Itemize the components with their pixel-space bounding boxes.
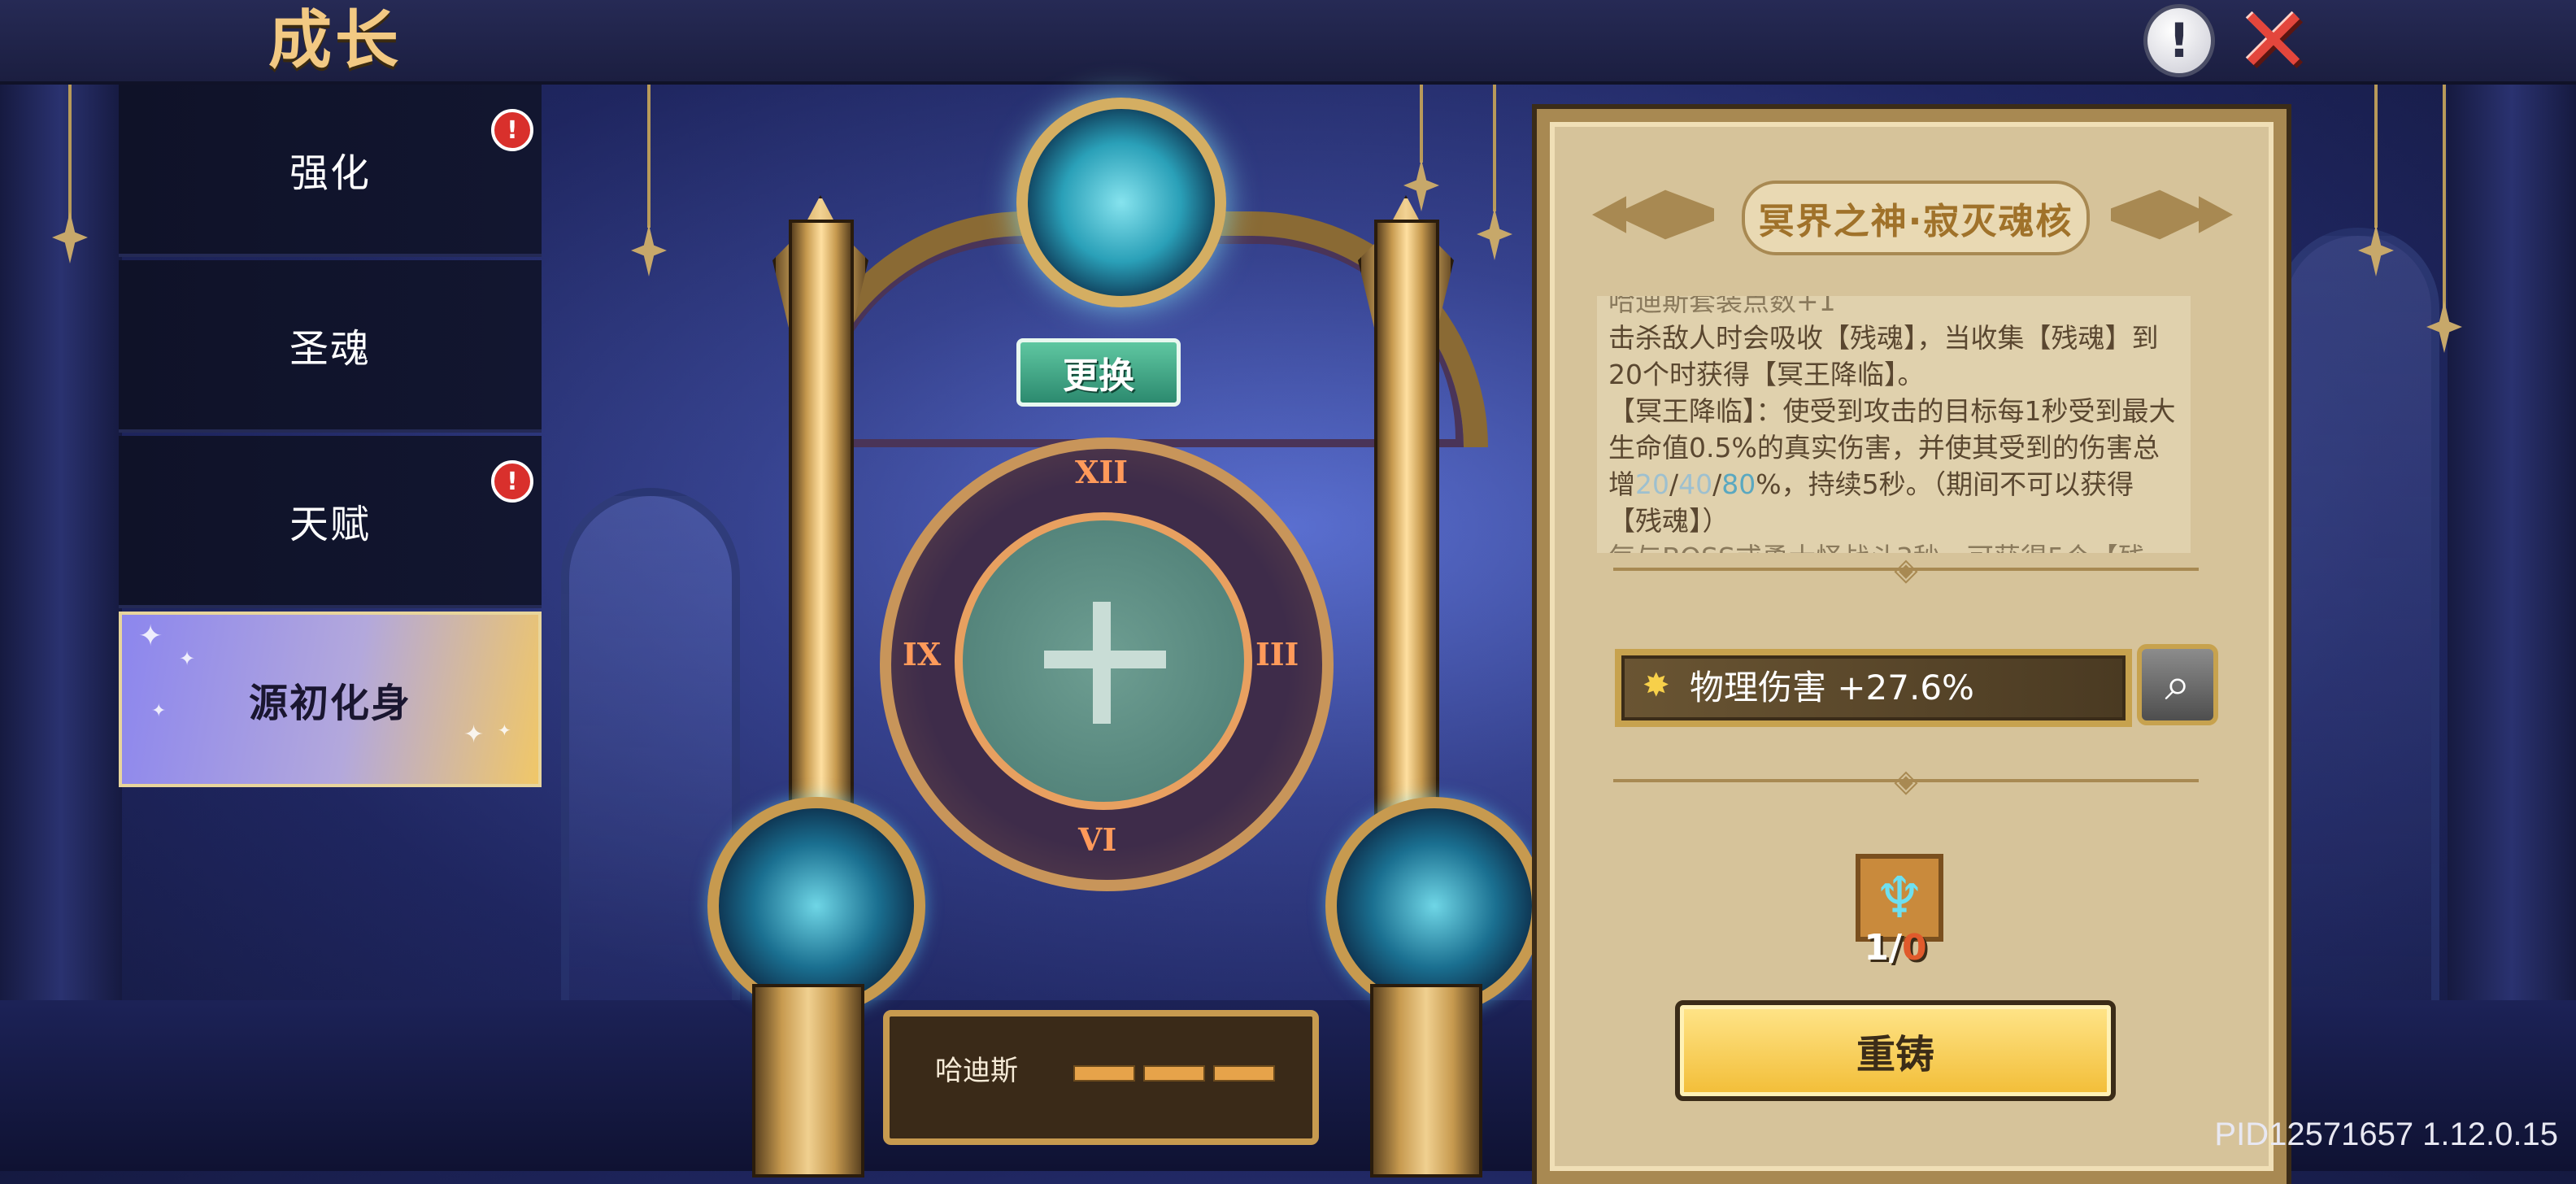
detail-panel: 冥界之神·寂灭魂核 哈迪斯套装点数+1 击杀敌人时会吸收【残魂】，当收集【残魂】… <box>1537 109 2287 1184</box>
value-tier-3: 80 <box>1721 468 1756 500</box>
separator: / <box>1669 468 1679 500</box>
sidebar-item-enhance[interactable]: 强化 ! <box>119 85 542 257</box>
description-line: 【冥王降临】：使受到攻击的目标每1秒受到最大生命值0.5%的真实伤害，并使其受到… <box>1608 393 2179 539</box>
material-slash: / <box>1888 927 1903 969</box>
crystal-glyph: ♆ <box>1873 864 1925 931</box>
exclamation-icon: ! <box>2143 4 2215 77</box>
sidebar-item-label: 强化 <box>289 150 371 196</box>
separator: / <box>1712 468 1722 500</box>
magnifier-icon: ⌕ <box>2165 658 2191 711</box>
hanging-chain <box>2443 81 2446 309</box>
title-flourish-right <box>2111 184 2233 246</box>
page-title: 成长 <box>268 4 402 77</box>
alert-badge-icon: ! <box>491 460 533 503</box>
clock-numeral-left: IX <box>903 636 942 673</box>
avatar-shrine: 更换 XII III VI IX 哈迪斯 <box>667 98 1561 1177</box>
divider-ornament-icon: ◈ <box>1894 551 1918 587</box>
sidebar-item-label: 圣魂 <box>289 326 371 372</box>
divider-ornament-icon: ◈ <box>1894 763 1918 799</box>
zoom-button[interactable]: ⌕ <box>2137 644 2218 725</box>
sidebar-item-label: 天赋 <box>289 502 371 547</box>
progress-segment <box>1073 1065 1135 1082</box>
close-icon: ✕ <box>2235 0 2312 93</box>
hanging-star-ornament <box>631 224 667 276</box>
sidebar-item-origin-avatar[interactable]: ✦ ✦ ✦ ✦ ✦ 源初化身 <box>119 612 542 787</box>
sidebar-nav: 强化 ! 圣魂 天赋 ! ✦ ✦ ✦ ✦ ✦ 源初化身 <box>119 85 542 790</box>
item-title: 冥界之神·寂灭魂核 <box>1742 181 2090 255</box>
clock-numeral-right: III <box>1255 636 1299 673</box>
value-tier-2: 40 <box>1678 468 1713 500</box>
change-button[interactable]: 更换 <box>1016 338 1181 407</box>
skill-orb-right-icon[interactable] <box>1325 797 1543 1015</box>
material-count: 1/0 <box>1826 927 1965 969</box>
material-have: 1 <box>1864 927 1889 969</box>
skill-orb-left-icon[interactable] <box>707 797 925 1015</box>
stat-bar: ✸ 物理伤害 +27.6% <box>1615 649 2132 727</box>
progress-segment <box>1213 1065 1275 1082</box>
close-button[interactable]: ✕ <box>2236 0 2311 85</box>
material-need: 0 <box>1902 927 1927 969</box>
hanging-chain <box>68 81 72 220</box>
description-line: 哈迪斯套装点数+1 <box>1608 296 1836 317</box>
info-button[interactable]: ! <box>2143 4 2215 77</box>
character-nameplate: 哈迪斯 <box>883 1010 1319 1145</box>
background-window-right <box>2277 228 2439 1041</box>
character-name: 哈迪斯 <box>935 1055 1018 1087</box>
orb-pedestal-left <box>752 984 864 1177</box>
sidebar-item-holy-soul[interactable]: 圣魂 <box>119 260 542 433</box>
hanging-chain <box>2374 81 2378 228</box>
description-scroll[interactable]: 哈迪斯套装点数+1 击杀敌人时会吸收【残魂】，当收集【残魂】到20个时获得【冥王… <box>1597 296 2191 553</box>
core-emblem-icon[interactable] <box>1016 98 1226 307</box>
top-bar: 成长 ! ✕ <box>0 0 2576 85</box>
clock-hand <box>1044 651 1166 668</box>
sidebar-item-label: 源初化身 <box>248 681 411 726</box>
title-flourish-left <box>1592 189 1714 240</box>
soul-clock: XII III VI IX <box>880 437 1334 891</box>
clock-numeral-bottom: VI <box>1078 821 1117 858</box>
stat-text: 物理伤害 +27.6% <box>1690 668 1974 707</box>
reforge-button[interactable]: 重铸 <box>1675 1000 2116 1101</box>
hanging-chain <box>647 81 651 228</box>
version-label: PID12571657 1.12.0.15 <box>2214 1117 2558 1152</box>
clock-face <box>955 512 1252 810</box>
value-tier-1: 20 <box>1635 468 1669 500</box>
sun-icon: ✸ <box>1643 667 1670 704</box>
alert-badge-icon: ! <box>491 109 533 151</box>
orb-pedestal-right <box>1370 984 1482 1177</box>
clock-numeral-top: XII <box>1075 454 1129 490</box>
progress-segment <box>1143 1065 1205 1082</box>
description-line: 击杀敌人时会吸收【残魂】，当收集【残魂】到20个时获得【冥王降临】。 <box>1608 322 2159 390</box>
sidebar-item-talent[interactable]: 天赋 ! <box>119 436 542 608</box>
